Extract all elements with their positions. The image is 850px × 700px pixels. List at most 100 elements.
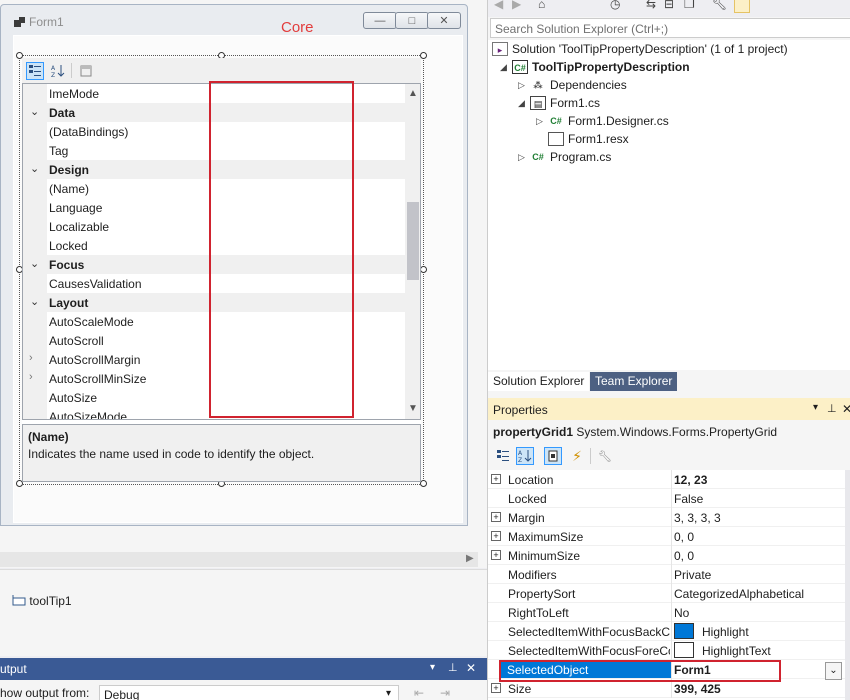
properties-row[interactable]: Modifiers Private [488, 565, 845, 584]
output-source-value: Debug [104, 688, 140, 700]
pin-icon[interactable]: ⊥ [448, 661, 458, 674]
home-icon[interactable]: ⌂ [538, 0, 545, 11]
collapse-icon[interactable]: ⊟ [664, 0, 674, 11]
expanded-arrow-icon: ◢ [500, 61, 507, 72]
goto-prev-icon[interactable]: ⇤ [414, 686, 424, 700]
resize-handle[interactable] [420, 480, 427, 487]
property-label: AutoSizeMode [49, 410, 128, 420]
expand-plus-icon[interactable]: + [491, 531, 501, 541]
minimize-button[interactable]: — [363, 12, 397, 29]
tree-node-label: ToolTipPropertyDescription [532, 60, 690, 74]
expand-plus-icon[interactable]: + [491, 474, 501, 484]
property-value[interactable]: Highlight [702, 625, 749, 639]
alphabetical-icon[interactable]: AZ [49, 62, 67, 80]
property-value[interactable]: 3, 3, 3, 3 [674, 511, 721, 525]
property-value[interactable]: False [674, 492, 703, 506]
events-lightning-icon[interactable]: ⚡︎ [568, 447, 586, 465]
properties-row[interactable]: SelectedItemWithFocusForeCo HighlightText [488, 641, 845, 660]
close-icon[interactable]: ✕ [466, 661, 476, 675]
tree-node-dependencies[interactable]: ▷ ⁂ Dependencies [518, 76, 627, 94]
output-source-select[interactable]: Debug ▾ [99, 685, 399, 700]
expand-plus-icon[interactable]: + [491, 512, 501, 522]
alphabetical-icon[interactable]: AZ [516, 447, 534, 465]
goto-next-icon[interactable]: ⇥ [440, 686, 450, 700]
tree-node-project[interactable]: ◢ C# ToolTipPropertyDescription [500, 58, 690, 76]
tree-node-solution[interactable]: ▸ Solution 'ToolTipPropertyDescription' … [492, 40, 788, 58]
property-value[interactable]: HighlightText [702, 644, 771, 658]
property-grid-scrollbar[interactable]: ▲ ▼ [405, 84, 420, 419]
property-value[interactable]: CategorizedAlphabetical [674, 587, 804, 601]
scroll-down-icon[interactable]: ▼ [408, 403, 418, 414]
scroll-up-icon[interactable]: ▲ [408, 88, 418, 99]
selected-object-header[interactable]: propertyGrid1 System.Windows.Forms.Prope… [493, 425, 777, 439]
properties-row[interactable]: RightToLeft No [488, 603, 845, 622]
collapse-chevron-icon[interactable]: ⌄ [30, 295, 39, 308]
tree-node-program[interactable]: ▷ C# Program.cs [518, 148, 611, 166]
designer-horizontal-scrollbar[interactable]: ▶ [0, 552, 478, 567]
expand-chevron-icon[interactable]: › [29, 371, 33, 383]
resize-handle[interactable] [420, 52, 427, 59]
property-label: Design [49, 163, 90, 177]
selected-object-dropdown-button[interactable]: ⌄ [825, 662, 842, 680]
tree-node-form1[interactable]: ◢ ▤ Form1.cs [518, 94, 600, 112]
collapse-chevron-icon[interactable]: ⌄ [30, 105, 39, 118]
column-separator [671, 508, 672, 527]
properties-row[interactable]: + Margin 3, 3, 3, 3 [488, 508, 845, 527]
back-icon[interactable]: ◀ [494, 0, 503, 11]
scrollbar-thumb[interactable] [407, 202, 419, 280]
tree-node-form1-resx[interactable]: Form1.resx [548, 130, 629, 148]
property-label: AutoScrollMinSize [49, 372, 147, 386]
solution-search-input[interactable]: Search Solution Explorer (Ctrl+;) [490, 18, 850, 38]
dropdown-icon[interactable]: ▾ [430, 662, 435, 673]
property-name: MaximumSize [508, 530, 584, 544]
resource-file-icon [548, 132, 564, 146]
properties-row[interactable]: SelectedItemWithFocusBackCo Highlight [488, 622, 845, 641]
row-gutter [23, 350, 47, 369]
properties-row[interactable]: + Location 12, 23 [488, 470, 845, 489]
resize-handle[interactable] [420, 266, 427, 273]
pin-icon[interactable]: ⊥ [827, 402, 837, 415]
row-gutter [23, 198, 47, 217]
expand-plus-icon[interactable]: + [491, 683, 501, 693]
column-separator [671, 622, 672, 641]
categorized-icon[interactable] [494, 447, 512, 465]
properties-wrench-icon[interactable]: 🔧︎ [712, 0, 727, 11]
property-value[interactable]: 0, 0 [674, 530, 694, 544]
properties-row[interactable]: + MaximumSize 0, 0 [488, 527, 845, 546]
preview-icon[interactable] [734, 0, 750, 13]
show-files-icon[interactable]: ❐ [684, 0, 695, 11]
properties-view-icon[interactable] [544, 447, 562, 465]
sync-icon[interactable]: ⇆ [646, 0, 656, 11]
tree-node-form1-designer[interactable]: ▷ C# Form1.Designer.cs [536, 112, 669, 130]
categorized-icon[interactable] [26, 62, 44, 80]
property-value[interactable]: Private [674, 568, 711, 582]
collapse-chevron-icon[interactable]: ⌄ [30, 257, 39, 270]
properties-scrollbar[interactable] [845, 470, 850, 700]
row-gutter [23, 407, 47, 419]
tab-solution-explorer[interactable]: Solution Explorer [488, 372, 590, 391]
dropdown-icon[interactable]: ▾ [813, 402, 818, 413]
close-icon[interactable]: ✕ [842, 402, 850, 416]
property-value[interactable]: 0, 0 [674, 549, 694, 563]
tooltip-component[interactable]: toolTip1 [12, 594, 72, 608]
property-label: AutoScrollMargin [49, 353, 141, 367]
properties-row[interactable]: PropertySort CategorizedAlphabetical [488, 584, 845, 603]
collapse-chevron-icon[interactable]: ⌄ [30, 162, 39, 175]
properties-row[interactable]: Locked False [488, 489, 845, 508]
property-value[interactable]: No [674, 606, 689, 620]
solution-explorer: ◀ ▶ ⌂ ◷ ⇆ ⊟ ❐ 🔧︎ Search Solution Explore… [487, 0, 850, 398]
property-value[interactable]: 399, 425 [674, 682, 721, 696]
scroll-right-icon[interactable]: ▶ [466, 553, 474, 564]
property-pages-icon[interactable] [77, 62, 95, 80]
maximize-button[interactable]: □ [395, 12, 429, 29]
csharp-project-icon: C# [512, 60, 528, 74]
forward-icon[interactable]: ▶ [512, 0, 521, 11]
property-pages-wrench-icon[interactable]: 🔧︎ [596, 447, 614, 465]
expand-chevron-icon[interactable]: › [29, 352, 33, 364]
tab-team-explorer[interactable]: Team Explorer [590, 372, 678, 391]
close-button[interactable]: ✕ [427, 12, 461, 29]
property-value[interactable]: 12, 23 [674, 473, 707, 487]
history-icon[interactable]: ◷ [610, 0, 620, 11]
properties-row[interactable]: + MinimumSize 0, 0 [488, 546, 845, 565]
expand-plus-icon[interactable]: + [491, 550, 501, 560]
